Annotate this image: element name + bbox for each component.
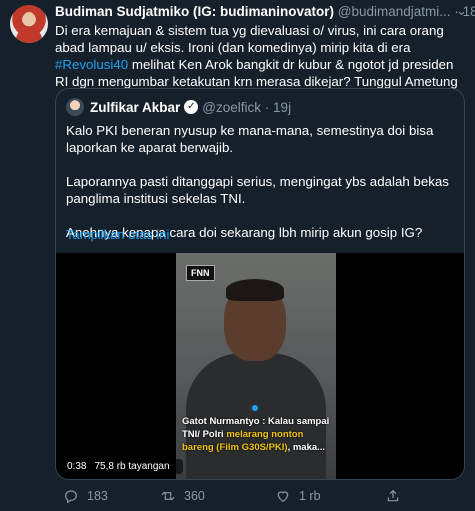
retweet-count: 360 <box>184 489 205 503</box>
like-button[interactable]: 1 rb <box>275 488 321 504</box>
quoted-author-name[interactable]: Zulfikar Akbar <box>90 100 180 115</box>
caption-line: bareng (Film G30S/PKI), maka... <box>182 441 332 454</box>
quoted-paragraph: Kalo PKI beneran nyusup ke mana-mana, se… <box>66 123 434 155</box>
quoted-header: Zulfikar Akbar ✓ @zoelfick · 19j <box>66 98 291 116</box>
tweet-actions: 183 360 1 rb <box>55 488 465 506</box>
reply-count: 183 <box>87 489 108 503</box>
caption-highlight: bareng (Film G30S/PKI) <box>182 442 288 453</box>
quoted-text: Kalo PKI beneran nyusup ke mana-mana, se… <box>66 122 456 241</box>
loading-dot-icon <box>252 405 258 411</box>
retweet-button[interactable]: 360 <box>160 488 205 504</box>
reply-button[interactable]: 183 <box>63 488 108 504</box>
chevron-down-icon[interactable]: ⌄ <box>456 3 467 19</box>
video-meta: 0:38 75,8 rb tayangan <box>62 459 183 474</box>
video-duration: 0:38 <box>67 461 87 472</box>
caption-highlight: melarang nonton <box>226 429 304 440</box>
author-avatar[interactable] <box>10 5 48 43</box>
quoted-time[interactable]: 19j <box>273 100 291 115</box>
tweet-header: Budiman Sudjatmiko (IG: budimaninovator)… <box>55 3 475 22</box>
video-person-hair <box>226 279 284 301</box>
show-thread-link[interactable]: Tampilkan utas ini <box>66 227 169 242</box>
author-name[interactable]: Budiman Sudjatmiko (IG: budimaninovator) <box>55 4 334 19</box>
quoted-avatar[interactable] <box>66 98 84 116</box>
video-views: 75,8 rb tayangan <box>94 461 170 472</box>
quoted-tweet[interactable]: Zulfikar Akbar ✓ @zoelfick · 19j Kalo PK… <box>55 88 465 480</box>
retweet-icon <box>161 491 175 501</box>
author-handle[interactable]: @budimandjatmi... <box>338 4 451 19</box>
reply-icon <box>65 490 77 504</box>
hashtag-link[interactable]: #Revolusi40 <box>55 57 128 72</box>
video-caption: Gatot Nurmantyo : Kalau sampai TNI/ Polr… <box>182 415 332 454</box>
quoted-handle[interactable]: @zoelfick <box>202 100 261 115</box>
channel-logo: FNN <box>186 265 215 281</box>
caption-line: Gatot Nurmantyo : Kalau sampai <box>182 416 330 427</box>
video-player[interactable]: FNN Gatot Nurmantyo : Kalau sampai TNI/ … <box>56 253 464 479</box>
tweet-text-part1: Di era kemajuan & sistem tua yg dievalua… <box>55 23 444 55</box>
tweet-text: Di era kemajuan & sistem tua yg dievalua… <box>55 22 465 90</box>
avatar-shirt <box>16 27 42 43</box>
heart-icon <box>277 491 289 503</box>
caption-text: , maka... <box>287 442 326 453</box>
share-icon <box>387 489 399 502</box>
quoted-separator: · <box>264 99 270 115</box>
caption-text: TNI/ Polri <box>182 429 227 440</box>
video-frame: FNN Gatot Nurmantyo : Kalau sampai TNI/ … <box>176 253 336 479</box>
quoted-paragraph: Laporannya pasti ditanggapi serius, meng… <box>66 174 449 206</box>
share-button[interactable] <box>385 488 409 504</box>
avatar-face <box>23 12 35 26</box>
caption-line: TNI/ Polri melarang nonton <box>182 428 332 441</box>
like-count: 1 rb <box>299 489 321 503</box>
verified-badge-icon: ✓ <box>184 100 199 114</box>
tweet[interactable]: Budiman Sudjatmiko (IG: budimaninovator)… <box>0 0 475 511</box>
